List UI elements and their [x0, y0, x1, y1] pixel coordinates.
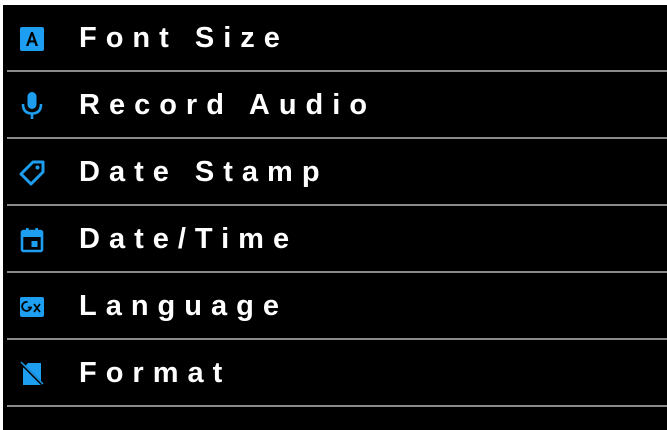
translate-icon: [17, 292, 47, 322]
menu-item-label: Format: [79, 357, 232, 389]
menu-item-format[interactable]: Format: [3, 340, 667, 407]
menu-item-language[interactable]: Language: [3, 273, 667, 340]
menu-item-label: Record Audio: [79, 89, 377, 121]
settings-menu: Font Size Record Audio Date Stamp Date/T…: [3, 5, 667, 407]
menu-item-label: Date Stamp: [79, 156, 329, 188]
menu-item-font-size[interactable]: Font Size: [3, 5, 667, 72]
menu-item-date-time[interactable]: Date/Time: [3, 206, 667, 273]
settings-screen: Font Size Record Audio Date Stamp Date/T…: [3, 5, 667, 430]
menu-item-label: Font Size: [79, 22, 289, 54]
menu-item-record-audio[interactable]: Record Audio: [3, 72, 667, 139]
menu-item-date-stamp[interactable]: Date Stamp: [3, 139, 667, 206]
menu-item-label: Language: [79, 290, 288, 322]
menu-bottom-area: [3, 407, 667, 430]
tag-icon: [17, 158, 47, 188]
font-size-icon: [17, 24, 47, 54]
menu-item-label: Date/Time: [79, 223, 299, 255]
calendar-icon: [17, 225, 47, 255]
sd-card-off-icon: [17, 359, 47, 389]
microphone-icon: [17, 91, 47, 121]
